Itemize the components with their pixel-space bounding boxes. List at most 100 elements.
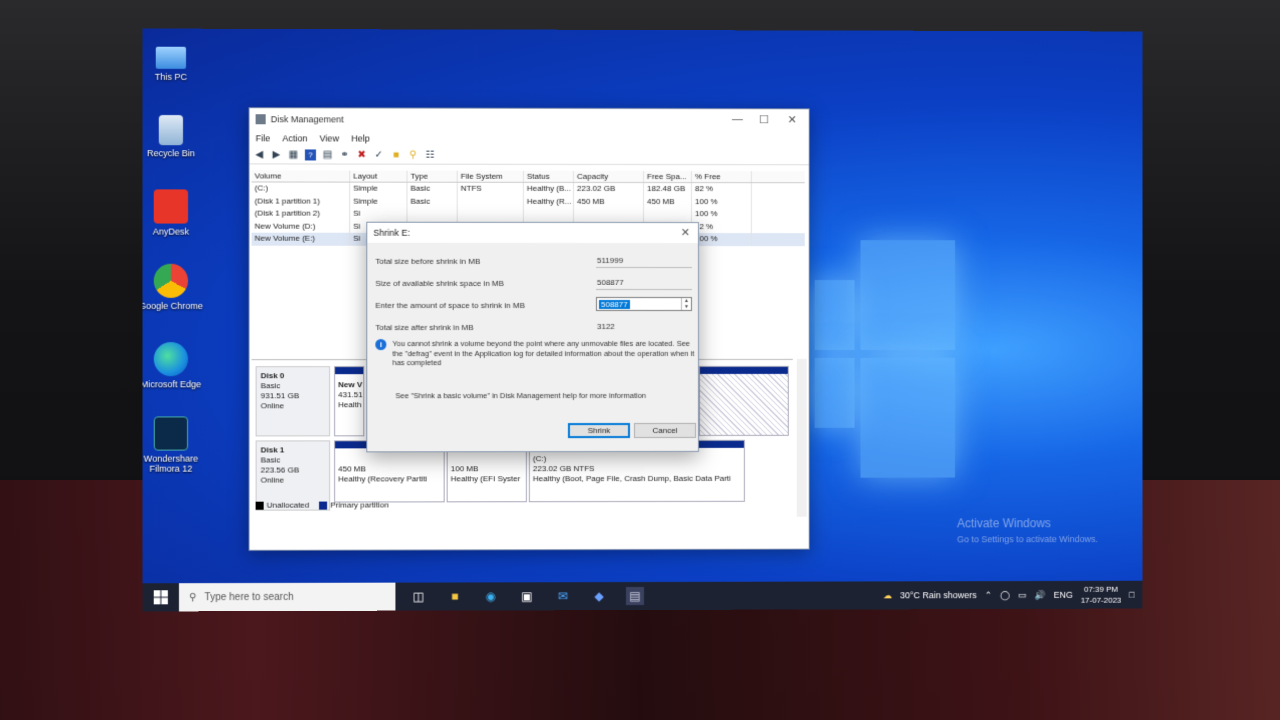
menu-help[interactable]: Help	[351, 133, 370, 143]
disk-0-partition[interactable]: New V 431.51 Health	[334, 366, 364, 436]
list-view-icon[interactable]: ☷	[425, 150, 436, 161]
volume-free: 182.48 GB	[644, 183, 692, 196]
total-before-label: Total size before shrink in MB	[375, 257, 480, 266]
computer-icon	[156, 47, 186, 69]
available-label: Size of available shrink space in MB	[375, 279, 504, 288]
forward-arrow-icon[interactable]: ▶	[271, 149, 282, 160]
table-row[interactable]: (Disk 1 partition 2) Si 100 %	[252, 208, 805, 221]
desktop-icon-this-pc[interactable]: This PC	[143, 41, 204, 82]
dialog-close-button[interactable]: ✕	[681, 226, 690, 239]
volume-name: (C:)	[252, 182, 351, 195]
weather-icon[interactable]: ☁	[883, 590, 892, 601]
clock-date: 17-07-2023	[1081, 595, 1122, 606]
shrink-amount-input[interactable]: 508877 ▲ ▼	[596, 297, 692, 311]
column-header[interactable]: Layout	[350, 171, 407, 182]
weather-text[interactable]: 30°C Rain showers	[900, 590, 977, 600]
volume-pct-free: 100 %	[692, 196, 752, 209]
volume-type: Basic	[407, 183, 457, 196]
desktop-icon-anydesk[interactable]: AnyDesk	[143, 189, 204, 236]
menu-view[interactable]: View	[320, 133, 339, 143]
app-icon[interactable]: ◆	[590, 587, 608, 605]
table-row[interactable]: (Disk 1 partition 1) Simple Basic Health…	[252, 195, 805, 208]
search-placeholder: Type here to search	[205, 591, 294, 602]
folder-icon[interactable]: ■	[390, 150, 401, 161]
column-header[interactable]: File System	[458, 171, 524, 182]
menu-action[interactable]: Action	[282, 133, 307, 143]
disk-name: Disk 1	[261, 445, 325, 455]
volume-layout: Simple	[350, 195, 407, 208]
disk-management-taskbar-icon[interactable]: ▤	[626, 587, 644, 605]
watermark-title: Activate Windows	[957, 515, 1098, 531]
desktop-icon-edge[interactable]: Microsoft Edge	[143, 342, 204, 389]
volume-layout: Simple	[350, 183, 407, 196]
clock-time: 07:39 PM	[1081, 584, 1122, 595]
mail-icon[interactable]: ✉	[554, 587, 572, 605]
help-text: See "Shrink a basic volume" in Disk Mana…	[395, 391, 646, 400]
volume-capacity: 223.02 GB	[574, 183, 644, 196]
volume-layout: Si	[350, 208, 407, 221]
maximize-button[interactable]: ☐	[759, 113, 769, 126]
file-explorer-icon[interactable]: ■	[446, 587, 464, 605]
taskbar-search-box[interactable]: ⚲ Type here to search	[179, 583, 395, 612]
info-text: You cannot shrink a volume beyond the po…	[392, 339, 696, 368]
disk-management-icon	[256, 114, 266, 124]
disk-0-partition-selected[interactable]	[699, 366, 789, 436]
desktop-icon-label: Microsoft Edge	[143, 379, 204, 389]
windows-start-icon	[154, 590, 168, 604]
partition-size: 100 MB	[451, 464, 523, 474]
column-header[interactable]: Type	[407, 171, 457, 182]
column-header[interactable]: Free Spa...	[644, 171, 692, 182]
task-view-icon[interactable]: ◫	[409, 588, 427, 606]
delete-icon[interactable]: ✖	[356, 150, 367, 161]
table-row[interactable]: (C:) Simple Basic NTFS Healthy (B... 223…	[252, 182, 805, 195]
volume-pct-free: 100 %	[692, 233, 752, 246]
info-message: i You cannot shrink a volume beyond the …	[375, 339, 696, 368]
disk-view-scrollbar[interactable]	[797, 359, 807, 517]
column-header[interactable]: Volume	[252, 170, 351, 181]
notifications-icon[interactable]: □	[1129, 590, 1134, 600]
volume-icon[interactable]: 🔊	[1034, 589, 1045, 600]
legend-primary: Primary partition	[319, 500, 389, 509]
column-header[interactable]: Status	[524, 171, 574, 182]
search-icon[interactable]: ⚲	[407, 150, 418, 161]
volume-type: Basic	[407, 195, 457, 208]
menu-file[interactable]: File	[256, 133, 271, 143]
column-header[interactable]: % Free	[692, 171, 752, 182]
desktop-icon-recycle-bin[interactable]: Recycle Bin	[143, 115, 204, 158]
start-button[interactable]	[143, 583, 179, 611]
edge-icon[interactable]: ◉	[482, 587, 500, 605]
chevron-up-icon[interactable]: ⌃	[985, 590, 992, 601]
window-titlebar[interactable]: Disk Management	[250, 108, 809, 131]
watermark-subtitle: Go to Settings to activate Windows.	[957, 531, 1098, 547]
info-icon: i	[375, 339, 386, 350]
store-icon[interactable]: ▣	[518, 587, 536, 605]
clock[interactable]: 07:39 PM 17-07-2023	[1081, 584, 1122, 606]
disk-0-label[interactable]: Disk 0 Basic 931.51 GB Online	[256, 366, 330, 436]
help-icon[interactable]: ?	[305, 149, 316, 160]
close-button[interactable]: ✕	[788, 113, 797, 126]
shrink-amount-value: 508877	[599, 300, 630, 309]
language-indicator[interactable]: ENG	[1053, 590, 1072, 600]
connect-icon[interactable]: ⚭	[339, 149, 350, 160]
shrink-button[interactable]: Shrink	[568, 423, 630, 438]
properties-icon[interactable]: ▤	[322, 149, 333, 160]
partition-title: New V	[338, 380, 360, 390]
desktop-icon-filmora[interactable]: Wondershare Filmora 12	[143, 416, 204, 473]
legend-unallocated: Unallocated	[256, 501, 310, 510]
console-tree-icon[interactable]: ▦	[288, 149, 299, 160]
total-after-label: Total size after shrink in MB	[375, 323, 473, 332]
minimize-button[interactable]: —	[732, 113, 743, 125]
desktop-icon-chrome[interactable]: Google Chrome	[143, 264, 204, 311]
battery-icon[interactable]: ▭	[1018, 589, 1026, 600]
network-icon[interactable]: ◯	[1000, 590, 1010, 601]
check-icon[interactable]: ✓	[373, 150, 384, 161]
total-before-value: 511999	[596, 256, 692, 268]
column-header[interactable]: Capacity	[574, 171, 644, 182]
disk-size: 931.51 GB	[261, 391, 325, 401]
spin-buttons[interactable]: ▲ ▼	[681, 298, 691, 310]
disk-type: Basic	[261, 381, 325, 391]
back-arrow-icon[interactable]: ◀	[254, 149, 265, 160]
volume-capacity: 450 MB	[574, 195, 644, 208]
cancel-button[interactable]: Cancel	[634, 423, 696, 438]
recycle-bin-icon	[159, 115, 183, 145]
